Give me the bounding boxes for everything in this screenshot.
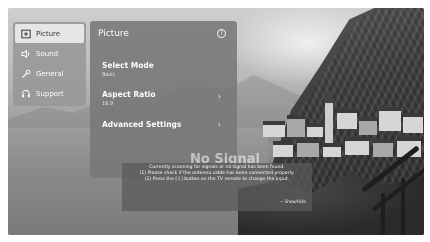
chevron-right-icon: › (217, 120, 221, 129)
menu-item-label: Support (36, 89, 64, 98)
house (359, 117, 377, 135)
foreground-railing (353, 145, 424, 235)
option-select-mode[interactable]: Select Mode Basic (102, 61, 227, 78)
menu-item-label: General (36, 69, 64, 78)
house (297, 139, 319, 157)
option-value: 16:9 (102, 101, 114, 107)
option-label: Advanced Settings (102, 120, 182, 129)
menu-item-support[interactable]: Support (15, 84, 84, 103)
option-aspect-ratio[interactable]: Aspect Ratio 16:9 › (102, 90, 227, 107)
option-advanced-settings[interactable]: Advanced Settings › (102, 120, 227, 129)
house (263, 121, 285, 137)
wrench-icon (21, 69, 31, 79)
house (337, 109, 357, 129)
house (287, 115, 305, 137)
rail-bar (371, 165, 424, 212)
picture-icon (21, 29, 31, 39)
headset-icon (21, 89, 31, 99)
option-label: Select Mode (102, 61, 154, 70)
option-label: Aspect Ratio (102, 90, 156, 99)
panel-title: Picture (98, 29, 129, 39)
rail-post (381, 193, 385, 235)
message-line: (2) Press the [⇩] button on the TV remot… (144, 177, 290, 183)
chevron-right-icon: › (217, 92, 221, 101)
speaker-icon (21, 49, 31, 59)
rail-bar (361, 145, 420, 193)
house (379, 107, 401, 131)
rail-post (401, 178, 405, 235)
help-icon[interactable]: ? (217, 29, 226, 38)
house (403, 113, 423, 133)
settings-category-menu: Picture Sound General Support (13, 22, 86, 106)
house (307, 123, 323, 137)
menu-item-label: Sound (36, 49, 59, 58)
no-signal-message: Currently scanning for signals or no sig… (122, 163, 312, 211)
menu-item-picture[interactable]: Picture (15, 24, 84, 43)
menu-item-label: Picture (36, 29, 61, 38)
house (273, 141, 293, 157)
option-value: Basic (102, 72, 116, 78)
menu-item-general[interactable]: General (15, 64, 84, 83)
house (323, 143, 341, 157)
show-hide-button[interactable]: — Show/Hide (279, 199, 306, 205)
menu-item-sound[interactable]: Sound (15, 44, 84, 63)
